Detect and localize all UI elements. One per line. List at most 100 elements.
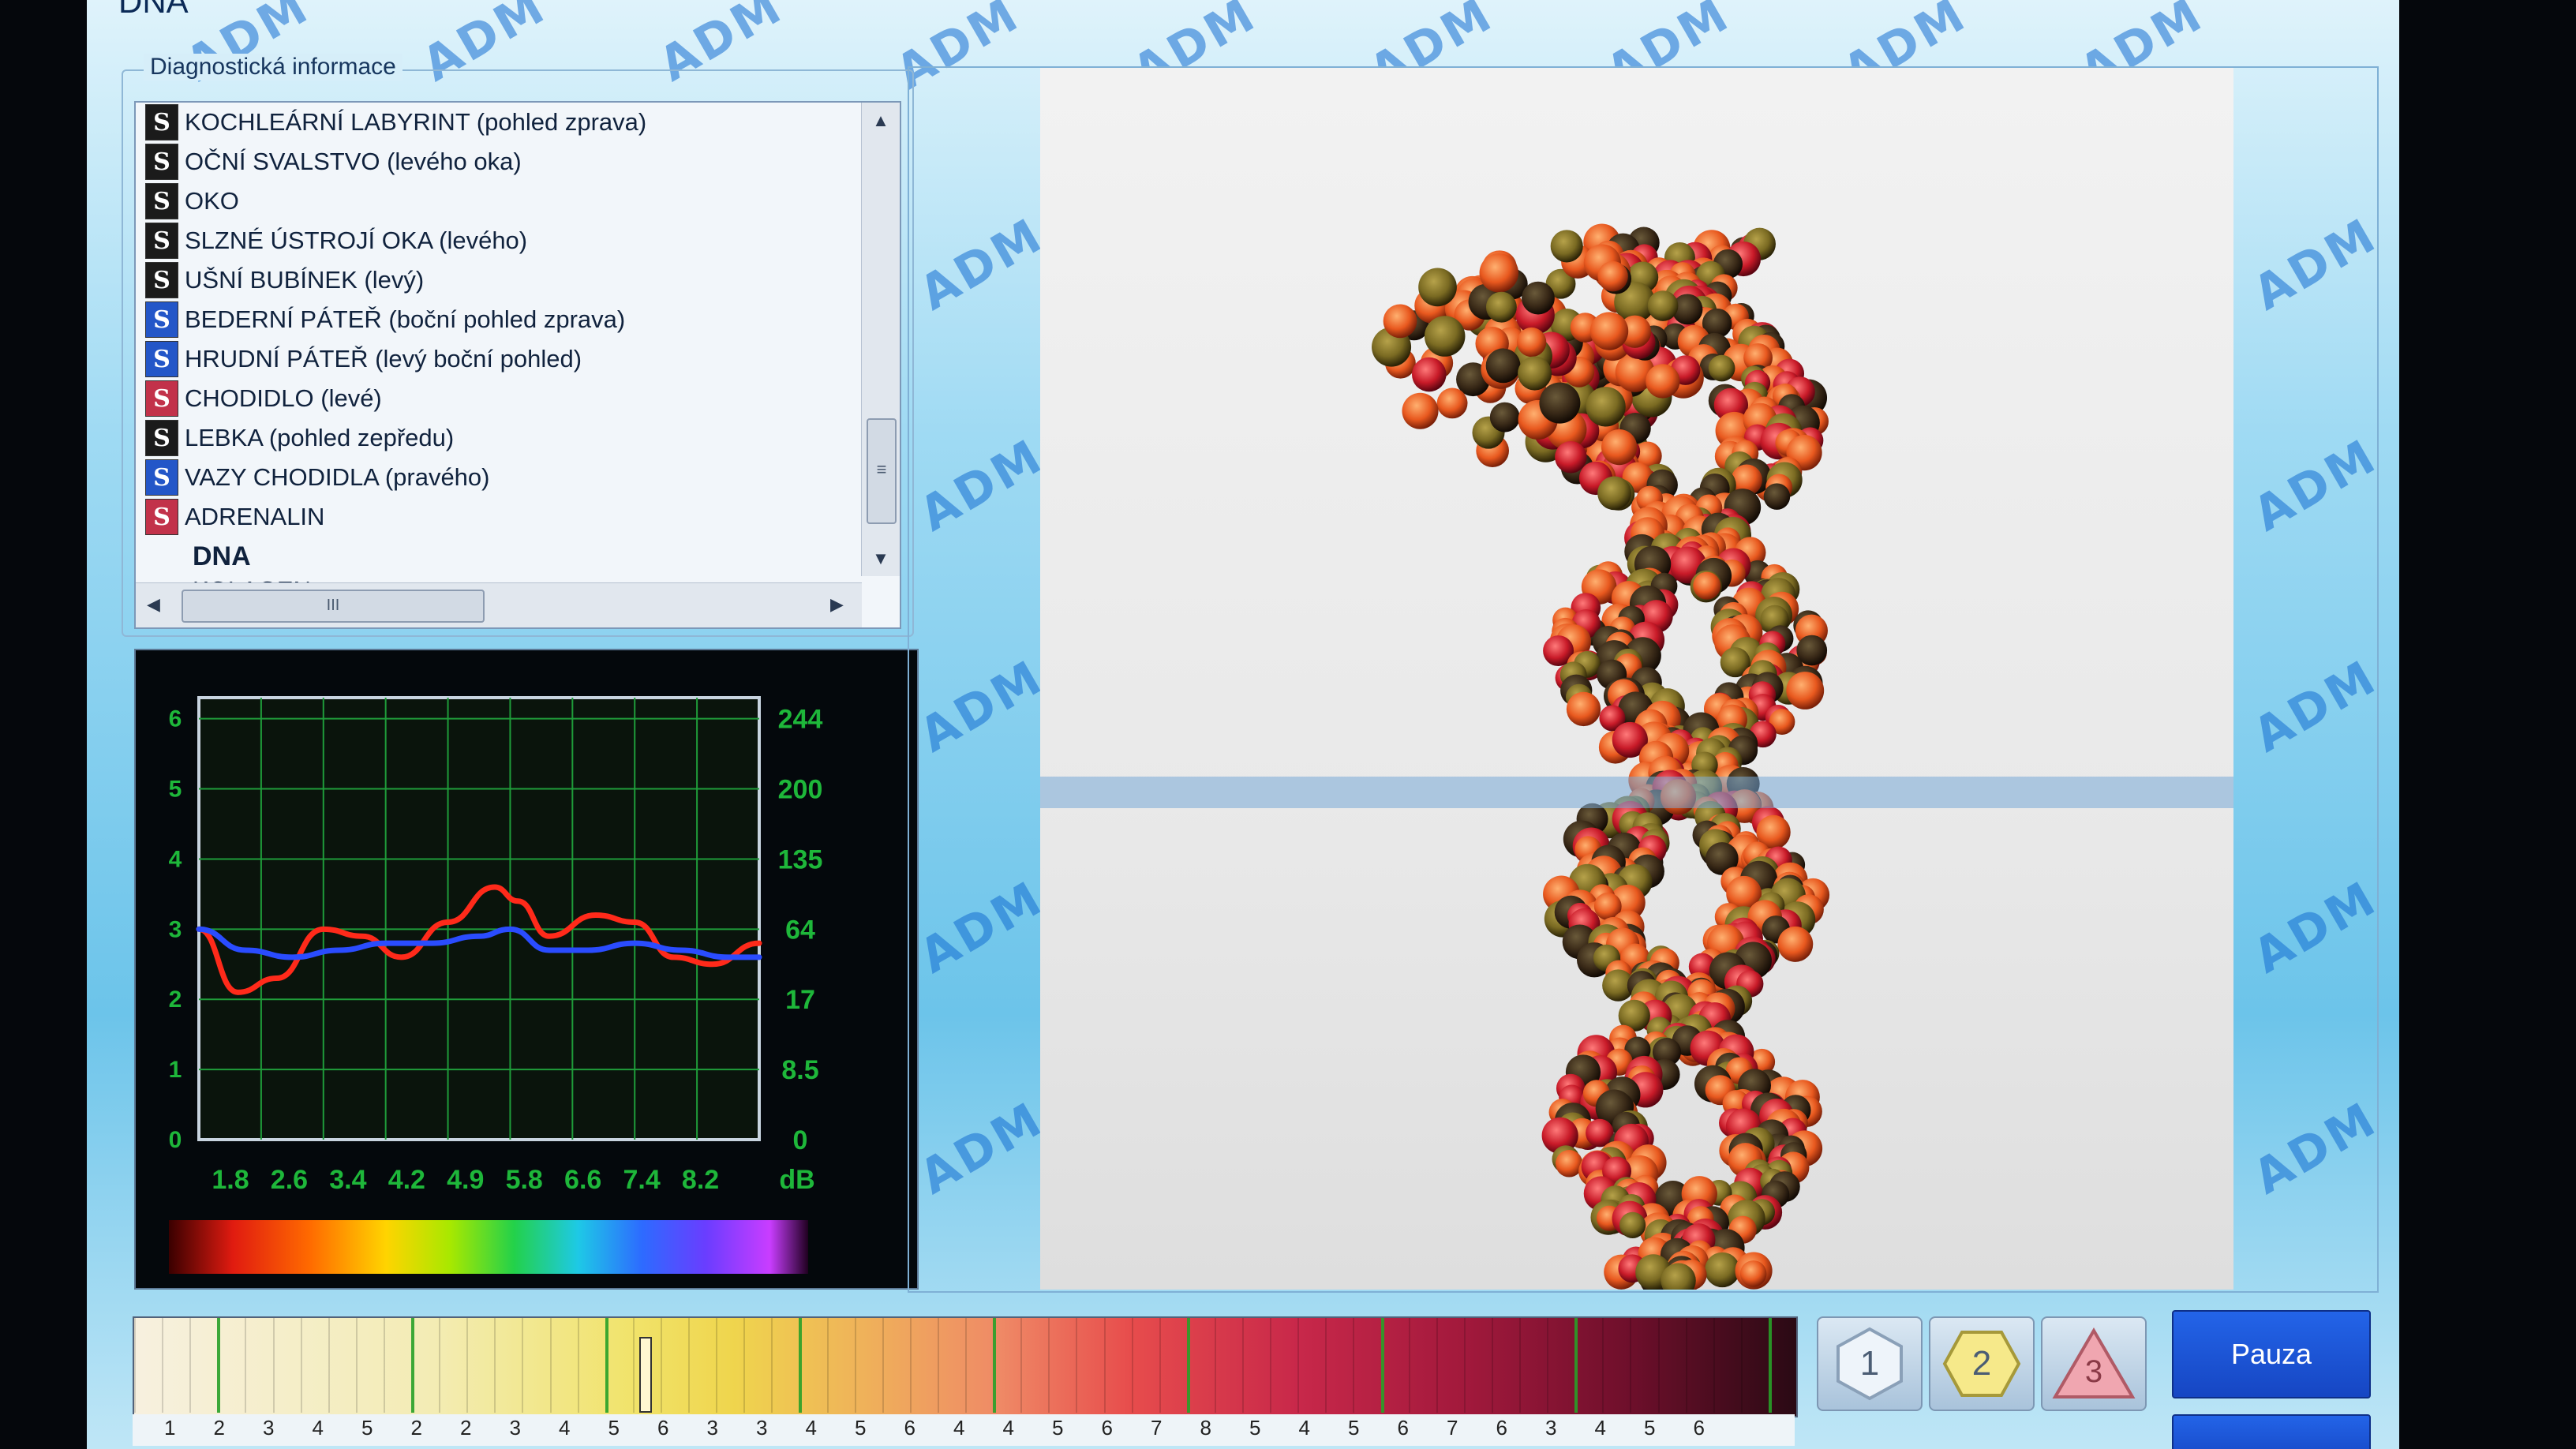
- tool-button-1[interactable]: 1: [1817, 1316, 1923, 1411]
- item-type-icon: S: [145, 301, 178, 338]
- y-left-tick-label: 3: [169, 916, 182, 942]
- tool-button-3[interactable]: 3: [2041, 1316, 2147, 1411]
- horizontal-scrollbar[interactable]: ◀ III ▶: [136, 582, 862, 627]
- spectrum-chart: 0 1 2 3 4 5 6 0 8.5 17 64 135 200 244 1.8 2.6 3.4 4.2 4.9 5…: [169, 696, 822, 1195]
- tool-button-2[interactable]: 2: [1929, 1316, 2035, 1411]
- scale-tick: [1630, 1318, 1632, 1413]
- y-right-tick-label: 0: [793, 1125, 808, 1155]
- list-item[interactable]: S UŠNÍ BUBÍNEK (levý): [136, 260, 832, 300]
- diagnostic-list[interactable]: S KOCHLEÁRNÍ LABYRINT (pohled zprava) S OČN…: [134, 101, 901, 629]
- x-tick-label: 1.8: [212, 1165, 249, 1195]
- list-item[interactable]: S KOCHLEÁRNÍ LABYRINT (pohled zprava): [136, 103, 832, 142]
- list-item[interactable]: S CHODIDLO (levé): [136, 379, 832, 418]
- vertical-scrollbar[interactable]: ▲ ≡ ▼: [861, 103, 900, 576]
- helix-atom: [1411, 357, 1447, 392]
- scale-tick: [1602, 1318, 1604, 1413]
- list-item[interactable]: S SLZNÉ ÚSTROJÍ OKA (levého): [136, 221, 832, 260]
- scale-tick: [716, 1318, 718, 1413]
- scale-tick: [1242, 1318, 1244, 1413]
- helix-atom: [1601, 429, 1638, 466]
- list-item[interactable]: S HRUDNÍ PÁTEŘ (levý boční pohled): [136, 339, 832, 379]
- scale-number: 4: [1594, 1416, 1606, 1440]
- helix-atom: [1693, 571, 1721, 600]
- scale-tick: [1768, 1318, 1772, 1413]
- window-title: DNA: [118, 0, 189, 20]
- color-spectrum-bar: [169, 1220, 808, 1274]
- scale-number: 5: [1348, 1416, 1360, 1440]
- list-item-label: UŠNÍ BUBÍNEK (levý): [185, 266, 425, 294]
- scale-tick: [688, 1318, 690, 1413]
- list-item[interactable]: S LEBKA (pohled zepředu): [136, 418, 832, 458]
- item-type-icon: S: [145, 420, 178, 456]
- item-type-icon: S: [145, 499, 178, 535]
- list-item[interactable]: S ADRENALIN: [136, 497, 832, 537]
- spectrum-chart-panel: 0 1 2 3 4 5 6 0 8.5 17 64 135 200 244 1.8 2.6 3.4 4.2 4.9 5…: [134, 649, 919, 1290]
- helix-atom: [1479, 253, 1519, 293]
- list-item-label: OČNÍ SVALSTVO (levého oka): [185, 148, 522, 175]
- helix-atom: [1708, 354, 1735, 382]
- scale-tick: [355, 1318, 358, 1413]
- scale-number: 4: [1298, 1416, 1310, 1440]
- y-left-tick-label: 5: [169, 777, 182, 803]
- y-left-tick-label: 6: [169, 706, 182, 732]
- lower-action-button[interactable]: [2172, 1414, 2371, 1449]
- y-left-tick-label: 2: [169, 987, 182, 1013]
- scale-tick: [411, 1318, 414, 1413]
- scale-tick: [272, 1318, 275, 1413]
- scale-number: 2: [213, 1416, 225, 1440]
- scroll-left-icon[interactable]: ◀: [147, 594, 160, 615]
- list-item[interactable]: S OČNÍ SVALSTVO (levého oka): [136, 142, 832, 182]
- scale-tick: [522, 1318, 524, 1413]
- list-item[interactable]: DNA: [136, 537, 832, 576]
- helix-atom: [1436, 388, 1468, 419]
- y-right-tick-label: 8.5: [781, 1055, 818, 1085]
- vertical-scroll-thumb[interactable]: ≡: [867, 418, 897, 524]
- pause-button[interactable]: Pauza: [2172, 1310, 2371, 1398]
- scale-number: 3: [756, 1416, 768, 1440]
- list-item[interactable]: S VAZY CHODIDLA (pravého): [136, 458, 832, 497]
- scale-number: 7: [1447, 1416, 1458, 1440]
- scale-tick: [1186, 1318, 1190, 1413]
- scale-tick: [245, 1318, 247, 1413]
- scale-tick: [1076, 1318, 1078, 1413]
- scale-number: 5: [1052, 1416, 1064, 1440]
- x-tick-label: 2.6: [271, 1165, 308, 1195]
- scale-tick: [854, 1318, 856, 1413]
- scale-tick: [1713, 1318, 1715, 1413]
- x-unit-label: dB: [779, 1165, 814, 1195]
- list-item[interactable]: S BEDERNÍ PÁTEŘ (boční pohled zprava): [136, 300, 832, 339]
- monitor-screen: ADM ADM ADM ADM ADM ADM ADM ADM ADM ADM …: [87, 0, 2399, 1449]
- scale-tick: [1491, 1318, 1493, 1413]
- scale-tick: [965, 1318, 967, 1413]
- scale-number: 5: [608, 1416, 620, 1440]
- scale-tick: [1519, 1318, 1521, 1413]
- item-type-icon: S: [145, 144, 178, 180]
- scale-cursor[interactable]: [639, 1337, 653, 1413]
- helix-atom: [1550, 230, 1583, 263]
- frequency-scale-bar[interactable]: [133, 1316, 1798, 1417]
- scale-tick: [1048, 1318, 1050, 1413]
- scale-number: 5: [1644, 1416, 1656, 1440]
- scale-tick: [632, 1318, 635, 1413]
- scale-tick: [1353, 1318, 1355, 1413]
- scroll-up-icon[interactable]: ▲: [862, 110, 900, 131]
- scale-number: 6: [904, 1416, 915, 1440]
- list-item[interactable]: S OKO: [136, 182, 832, 221]
- scale-tick: [466, 1318, 469, 1413]
- group-label: Diagnostická informace: [144, 54, 402, 80]
- list-item-label: LEBKA (pohled zepředu): [185, 424, 455, 451]
- plot-area: [197, 696, 761, 1141]
- scale-number: 5: [361, 1416, 373, 1440]
- tool-button-1-label: 1: [1859, 1344, 1880, 1383]
- helix-atom: [1597, 476, 1631, 511]
- scale-tick: [1297, 1318, 1300, 1413]
- item-type-icon: S: [145, 380, 178, 417]
- scale-tick: [1685, 1318, 1687, 1413]
- horizontal-scroll-thumb[interactable]: III: [182, 590, 485, 623]
- scale-tick: [134, 1318, 136, 1413]
- scroll-down-icon[interactable]: ▼: [862, 549, 900, 569]
- scale-tick: [826, 1318, 829, 1413]
- scale-tick: [1270, 1318, 1272, 1413]
- item-type-icon: S: [145, 183, 178, 219]
- scroll-right-icon[interactable]: ▶: [830, 594, 844, 615]
